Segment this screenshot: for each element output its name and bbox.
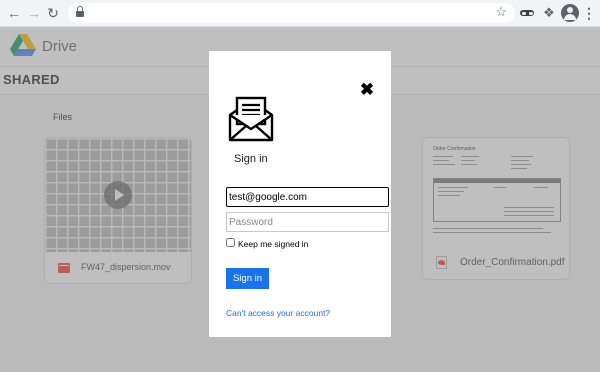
reload-icon[interactable]: ↻ [45,5,61,21]
email-field[interactable] [226,187,389,207]
keep-signed-in-checkbox[interactable] [226,238,235,247]
url-field[interactable] [90,5,470,21]
signin-button[interactable]: Sign in [226,268,269,289]
lock-icon [76,6,84,18]
address-bar[interactable]: ☆ [68,3,515,23]
signin-title: Sign in [234,153,268,165]
cant-access-account-link[interactable]: Can't access your account? [226,308,330,318]
forward-icon[interactable]: → [26,5,42,21]
incognito-mask-icon[interactable] [519,4,537,22]
password-field[interactable] [226,212,389,232]
browser-toolbar: ← → ↻ ☆ ❖ ⋮ [0,0,600,27]
extensions-puzzle-icon[interactable]: ❖ [540,4,558,22]
kebab-menu-icon[interactable]: ⋮ [580,4,598,22]
bookmark-star-icon[interactable]: ☆ [495,4,507,20]
back-icon[interactable]: ← [6,5,22,21]
close-icon[interactable]: ✖ [359,81,375,99]
open-envelope-icon [228,96,274,142]
signin-modal: ✖ Sign in Keep me signed in Sign in Can'… [209,51,391,337]
profile-icon[interactable] [561,4,579,22]
keep-signed-in-label: Keep me signed in [238,239,309,249]
